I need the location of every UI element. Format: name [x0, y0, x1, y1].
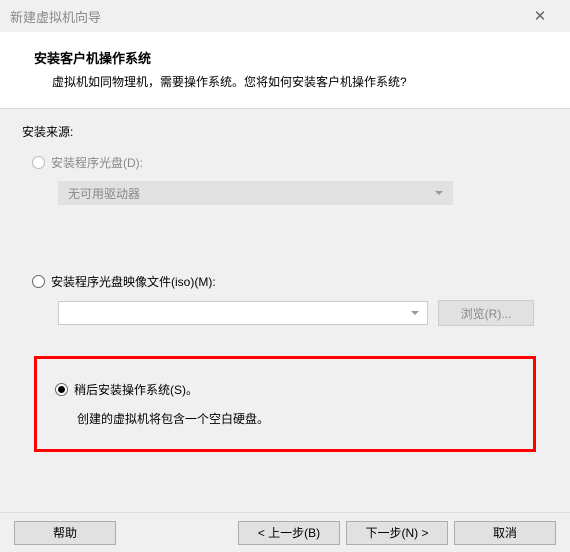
- window-title: 新建虚拟机向导: [10, 7, 520, 26]
- radio-label: 安装程序光盘映像文件(iso)(M):: [51, 273, 216, 290]
- iso-path-input[interactable]: [58, 301, 428, 325]
- radio-icon: [55, 383, 68, 396]
- next-button[interactable]: 下一步(N) >: [346, 521, 448, 545]
- radio-iso-file[interactable]: 安装程序光盘映像文件(iso)(M):: [32, 273, 548, 290]
- browse-button[interactable]: 浏览(R)...: [438, 300, 534, 326]
- highlight-box: 稍后安装操作系统(S)。 创建的虚拟机将包含一个空白硬盘。: [34, 356, 536, 452]
- wizard-body: 安装来源: 安装程序光盘(D): 无可用驱动器 安装程序光盘映像文件(iso)(…: [0, 109, 570, 452]
- wizard-footer: 帮助 < 上一步(B) 下一步(N) > 取消: [0, 512, 570, 552]
- back-button[interactable]: < 上一步(B): [238, 521, 340, 545]
- page-title: 安装客户机操作系统: [34, 48, 546, 67]
- help-button[interactable]: 帮助: [14, 521, 116, 545]
- titlebar: 新建虚拟机向导 ✕: [0, 0, 570, 32]
- install-source-label: 安装来源:: [22, 123, 548, 140]
- chevron-down-icon: [435, 191, 443, 195]
- radio-icon: [32, 275, 45, 288]
- radio-install-later[interactable]: 稍后安装操作系统(S)。: [55, 381, 515, 398]
- dropdown-selected: 无可用驱动器: [68, 185, 140, 202]
- disc-drive-dropdown[interactable]: 无可用驱动器: [58, 181, 453, 205]
- option-later-description: 创建的虚拟机将包含一个空白硬盘。: [77, 410, 515, 427]
- wizard-header: 安装客户机操作系统 虚拟机如同物理机，需要操作系统。您将如何安装客户机操作系统?: [0, 32, 570, 109]
- close-icon[interactable]: ✕: [520, 7, 560, 25]
- option-iso: 安装程序光盘映像文件(iso)(M): 浏览(R)...: [22, 273, 548, 326]
- page-subtitle: 虚拟机如同物理机，需要操作系统。您将如何安装客户机操作系统?: [52, 73, 546, 90]
- chevron-down-icon: [411, 311, 419, 315]
- radio-installer-disc[interactable]: 安装程序光盘(D):: [32, 154, 548, 171]
- radio-label: 安装程序光盘(D):: [51, 154, 143, 171]
- radio-icon: [32, 156, 45, 169]
- option-disc: 安装程序光盘(D): 无可用驱动器: [22, 154, 548, 205]
- cancel-button[interactable]: 取消: [454, 521, 556, 545]
- radio-label: 稍后安装操作系统(S)。: [74, 381, 198, 398]
